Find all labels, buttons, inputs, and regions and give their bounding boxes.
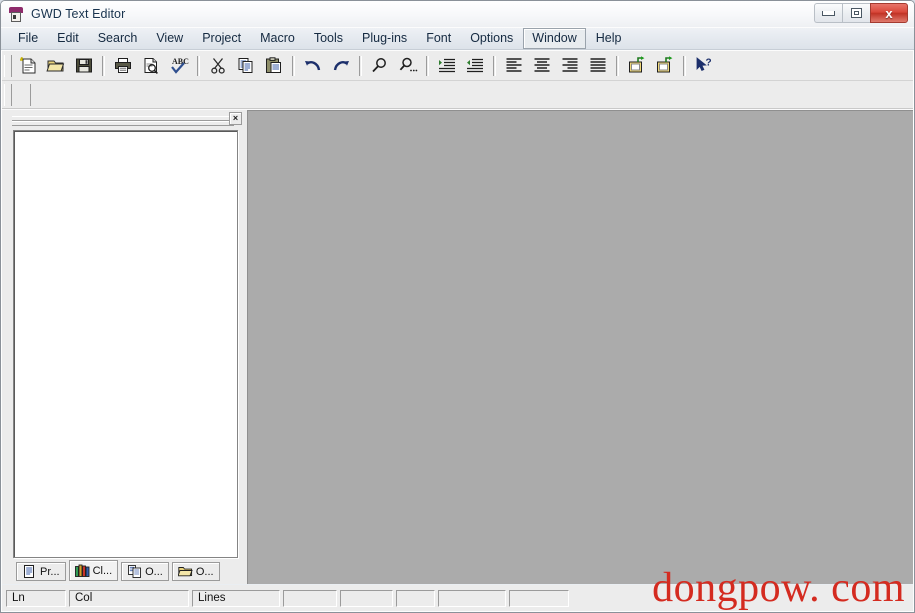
dock-tab-output[interactable]: O... <box>121 562 169 581</box>
status-cell-4 <box>283 589 337 607</box>
dock-tab-label: O... <box>145 565 163 578</box>
toolbar-separator <box>616 55 619 76</box>
dock-tab-project[interactable]: Pr... <box>16 562 66 581</box>
client-area: × Pr... Cl... O... O... <box>2 110 913 584</box>
dock-tab-label: Pr... <box>40 565 60 578</box>
status-cell-7 <box>438 589 506 607</box>
spellcheck-abc-icon[interactable]: ABC <box>166 54 192 78</box>
menu-item-tools[interactable]: Tools <box>305 28 352 49</box>
indent-increase-icon[interactable] <box>434 54 460 78</box>
title-bar[interactable]: GWD Text Editor x <box>1 1 914 27</box>
secondary-toolbar-area <box>30 84 910 106</box>
restore-icon <box>851 8 862 18</box>
context-help-icon[interactable]: ? <box>691 54 717 78</box>
dock-tab-explorer[interactable]: O... <box>171 562 220 581</box>
close-button[interactable]: x <box>870 3 908 23</box>
print-icon[interactable] <box>110 54 136 78</box>
menu-item-help[interactable]: Help <box>587 28 631 49</box>
menu-item-project[interactable]: Project <box>193 28 250 49</box>
toolbar-separator <box>197 55 200 76</box>
toolbar-separator <box>426 55 429 76</box>
menu-item-options[interactable]: Options <box>461 28 522 49</box>
menu-item-font[interactable]: Font <box>417 28 460 49</box>
menu-bar: File Edit Search View Project Macro Tool… <box>1 28 914 50</box>
dock-tab-label: O... <box>195 565 214 578</box>
toolbar-separator <box>683 55 686 76</box>
toolbar-separator <box>102 55 105 76</box>
menu-item-plugins[interactable]: Plug-ins <box>353 28 416 49</box>
menu-item-edit[interactable]: Edit <box>48 28 88 49</box>
copy-pages-icon <box>127 565 142 579</box>
svg-text:ABC: ABC <box>172 57 189 66</box>
status-cell-lines: Lines <box>192 589 280 607</box>
copy-icon[interactable] <box>233 54 259 78</box>
print-preview-icon[interactable] <box>138 54 164 78</box>
app-icon <box>8 6 25 23</box>
undo-arrow-icon[interactable] <box>300 54 326 78</box>
toolbar-separator <box>292 55 295 76</box>
document-list-icon <box>22 565 37 579</box>
redo-arrow-icon[interactable] <box>328 54 354 78</box>
open-folder-icon[interactable] <box>43 54 69 78</box>
dock-tab-class[interactable]: Cl... <box>68 560 119 581</box>
cut-scissors-icon[interactable] <box>205 54 231 78</box>
status-cell-column: Col <box>69 589 189 607</box>
toolbar-grip[interactable] <box>4 54 12 77</box>
secondary-toolbar-grip[interactable] <box>4 83 12 106</box>
open-folder-icon <box>177 565 193 579</box>
new-file-icon[interactable] <box>15 54 41 78</box>
project-prev-icon[interactable] <box>624 54 650 78</box>
toolbar-separator <box>493 55 496 76</box>
find-replace-magnifier-icon[interactable] <box>395 54 421 78</box>
mdi-workspace[interactable] <box>247 110 913 584</box>
paste-clipboard-icon[interactable] <box>261 54 287 78</box>
toolbar-separator <box>359 55 362 76</box>
align-right-icon[interactable] <box>557 54 583 78</box>
status-cell-8 <box>509 589 569 607</box>
restore-button[interactable] <box>842 3 870 23</box>
menu-item-macro[interactable]: Macro <box>251 28 304 49</box>
dock-panel-content[interactable] <box>13 130 238 558</box>
align-left-icon[interactable] <box>501 54 527 78</box>
status-cell-5 <box>340 589 393 607</box>
window-controls: x <box>814 3 908 23</box>
minimize-button[interactable] <box>814 3 842 23</box>
find-magnifier-icon[interactable] <box>367 54 393 78</box>
main-toolbar: ABC ? <box>2 51 913 81</box>
menu-item-file[interactable]: File <box>9 28 47 49</box>
menu-item-search[interactable]: Search <box>89 28 147 49</box>
svg-text:?: ? <box>706 58 712 69</box>
dock-panel-close-button[interactable]: × <box>229 112 242 125</box>
dock-panel-tabs: Pr... Cl... O... O... <box>16 559 223 581</box>
secondary-toolbar <box>2 81 913 109</box>
books-icon <box>74 564 90 578</box>
indent-decrease-icon[interactable] <box>462 54 488 78</box>
minimize-icon <box>822 10 835 16</box>
close-icon: x <box>885 5 893 21</box>
align-justify-icon[interactable] <box>585 54 611 78</box>
left-dock-panel: × Pr... Cl... O... O... <box>8 110 244 584</box>
dock-tab-label: Cl... <box>92 564 113 577</box>
window-title: GWD Text Editor <box>31 7 126 21</box>
status-cell-6 <box>396 589 435 607</box>
application-window: GWD Text Editor x File Edit Search View … <box>0 0 915 613</box>
dock-panel-gripper[interactable] <box>12 116 234 127</box>
menu-item-view[interactable]: View <box>147 28 192 49</box>
save-disk-icon[interactable] <box>71 54 97 78</box>
align-center-icon[interactable] <box>529 54 555 78</box>
project-next-icon[interactable] <box>652 54 678 78</box>
menu-item-window[interactable]: Window <box>523 28 586 49</box>
status-cell-line: Ln <box>6 589 66 607</box>
status-bar: Ln Col Lines <box>2 585 913 611</box>
